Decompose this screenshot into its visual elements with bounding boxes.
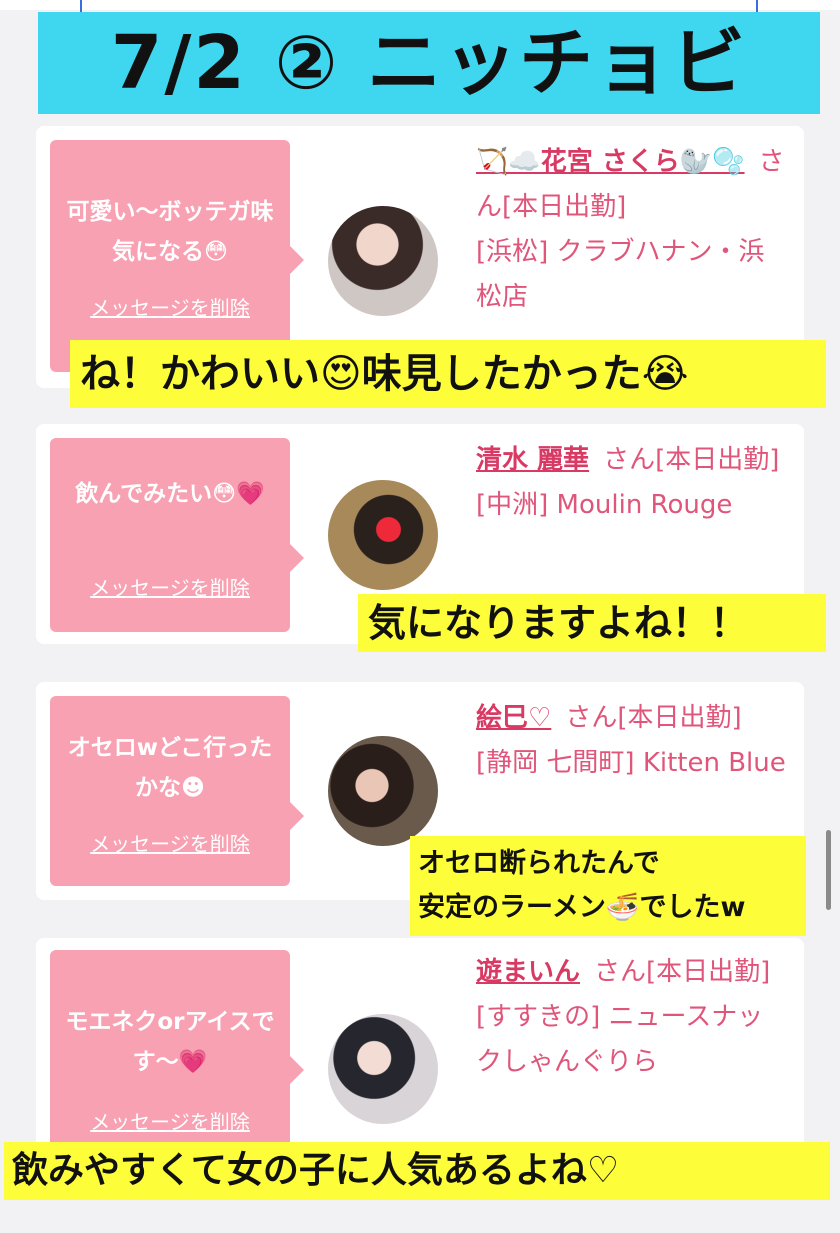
delete-message-link[interactable]: メッセージを削除 — [50, 292, 290, 321]
shop-name: [すすきの] ニュースナックしゃんぐりら — [476, 1002, 764, 1077]
attendance-status: さん[本日出勤] — [603, 445, 780, 475]
profile-info: 清水 麗華 さん[本日出勤] [中洲] Moulin Rouge — [476, 438, 786, 528]
delete-message-link[interactable]: メッセージを削除 — [50, 572, 290, 601]
delete-message-link[interactable]: メッセージを削除 — [50, 1106, 290, 1135]
page-title-banner: 7/2 ② ニッチョビ — [38, 12, 820, 114]
profile-name-link[interactable]: 絵巳♡ — [476, 703, 551, 733]
attendance-status: さん[本日出勤] — [594, 957, 771, 987]
message-text: オセロwどこ行ったかな☻ — [67, 735, 273, 801]
top-divider-right — [756, 0, 758, 12]
message-bubble: 可愛い〜ボッテガ味気になる😳 メッセージを削除 — [50, 140, 304, 372]
scrollbar[interactable] — [826, 830, 831, 910]
message-text: 飲んでみたい😳💗 — [75, 481, 265, 507]
profile-info: 🏹☁️花宮 さくら🦭🫧 さん[本日出勤] [浜松] クラブハナン・浜松店 — [476, 140, 786, 320]
profile-name-link[interactable]: 遊まいん — [476, 957, 580, 987]
profile-info: 絵巳♡ さん[本日出勤] [静岡 七間町] Kitten Blue — [476, 696, 786, 786]
caption-line: 安定のラーメン🍜でしたw — [418, 892, 746, 923]
profile-name-link[interactable]: 🏹☁️花宮 さくら🦭🫧 — [476, 147, 745, 177]
top-divider-left — [80, 0, 82, 12]
profile-name-link[interactable]: 清水 麗華 — [476, 445, 589, 475]
avatar[interactable] — [328, 736, 438, 846]
caption-overlay: 気になりますよね！！ — [358, 594, 826, 652]
top-strip — [0, 0, 840, 10]
avatar[interactable] — [328, 480, 438, 590]
shop-name: [静岡 七間町] Kitten Blue — [476, 748, 786, 778]
message-bubble: オセロwどこ行ったかな☻ メッセージを削除 — [50, 696, 304, 886]
message-bubble: モエネクorアイスです〜💗 メッセージを削除 — [50, 950, 304, 1150]
attendance-status: さん[本日出勤] — [565, 703, 742, 733]
avatar[interactable] — [328, 206, 438, 316]
caption-line: オセロ断られたんで — [418, 848, 660, 879]
shop-name: [中洲] Moulin Rouge — [476, 490, 733, 520]
delete-message-link[interactable]: メッセージを削除 — [50, 828, 290, 857]
caption-overlay: 飲みやすくて女の子に人気あるよね♡ — [4, 1142, 830, 1200]
shop-name: [浜松] クラブハナン・浜松店 — [476, 237, 765, 312]
caption-overlay: オセロ断られたんで 安定のラーメン🍜でしたw — [410, 836, 806, 936]
avatar[interactable] — [328, 1014, 438, 1124]
message-text: 可愛い〜ボッテガ味気になる😳 — [66, 199, 274, 265]
profile-info: 遊まいん さん[本日出勤] [すすきの] ニュースナックしゃんぐりら — [476, 950, 786, 1085]
caption-overlay: ね！かわいい😍味見したかった😭 — [70, 340, 826, 408]
message-bubble: 飲んでみたい😳💗 メッセージを削除 — [50, 438, 304, 632]
message-text: モエネクorアイスです〜💗 — [65, 1009, 275, 1075]
